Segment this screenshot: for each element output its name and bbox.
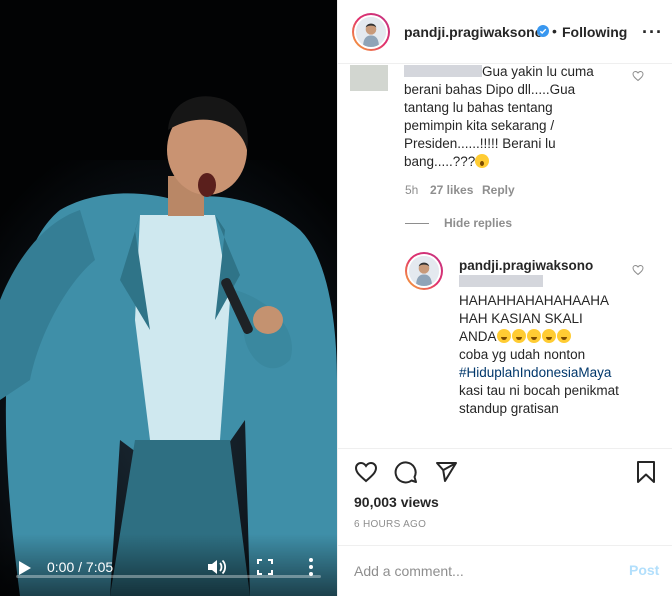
redacted-mention bbox=[459, 275, 543, 287]
view-count[interactable]: 90,003 views bbox=[354, 494, 439, 510]
comment-composer: Post bbox=[338, 545, 672, 596]
following-button[interactable]: Following bbox=[562, 24, 627, 40]
post-author-username[interactable]: pandji.pragiwaksono bbox=[404, 24, 543, 40]
post-options-icon[interactable]: ··· bbox=[642, 22, 663, 43]
comment-body: Gua yakin lu cuma berani bahas Dipo dll.… bbox=[404, 65, 604, 171]
laughing-emoji-icon bbox=[511, 329, 526, 343]
video-controls: 0:00 / 7:05 bbox=[0, 534, 337, 596]
hide-replies-button[interactable]: Hide replies bbox=[444, 216, 512, 230]
comment-likes-count: 27 likes bbox=[430, 183, 474, 197]
header-separator: • bbox=[552, 23, 557, 39]
reply-like-heart-icon[interactable] bbox=[632, 264, 644, 276]
video-time: 0:00 / 7:05 bbox=[47, 559, 114, 575]
reply-username[interactable]: pandji.pragiwaksono bbox=[459, 258, 593, 273]
astonished-emoji-icon bbox=[475, 154, 490, 168]
hide-replies-line bbox=[405, 223, 429, 224]
post-timestamp[interactable]: 6 HOURS AGO bbox=[354, 519, 426, 530]
post-header: pandji.pragiwaksono • Following ··· bbox=[338, 0, 672, 64]
comment-age[interactable]: 5h bbox=[405, 183, 418, 197]
laughing-emoji-icon bbox=[541, 329, 556, 343]
volume-icon[interactable] bbox=[206, 557, 228, 577]
reply-button[interactable]: Reply bbox=[482, 183, 515, 197]
comment-like-heart-icon[interactable] bbox=[632, 70, 644, 82]
verified-badge-icon bbox=[537, 25, 549, 37]
fullscreen-icon[interactable] bbox=[256, 558, 274, 576]
commenter-avatar[interactable] bbox=[350, 65, 388, 91]
laughing-emoji-icon bbox=[526, 329, 541, 343]
laughing-emoji-icon bbox=[496, 329, 511, 343]
avatar[interactable] bbox=[352, 13, 390, 51]
save-bookmark-icon[interactable] bbox=[634, 460, 658, 484]
video-frame-performer bbox=[0, 96, 337, 596]
post-comment-button[interactable]: Post bbox=[629, 562, 659, 578]
like-heart-icon[interactable] bbox=[354, 460, 378, 484]
reply-body: HAHAHHAHAHAHAAHA HAH KASIAN SKALI ANDA c… bbox=[459, 292, 619, 418]
comment-likes[interactable]: 27 likes bbox=[430, 183, 473, 197]
reply-label: Reply bbox=[482, 183, 515, 197]
reply-avatar[interactable] bbox=[405, 252, 443, 290]
post-actions: 90,003 views 6 HOURS AGO bbox=[338, 448, 672, 545]
reply-text-line2: coba yg udah nonton bbox=[459, 347, 586, 362]
reply-text-line3: kasi tau ni bocah penikmat standup grati… bbox=[459, 383, 619, 416]
share-send-icon[interactable] bbox=[434, 460, 458, 484]
reply-avatar-image bbox=[409, 256, 439, 286]
avatar-image bbox=[356, 17, 386, 47]
add-comment-input[interactable] bbox=[354, 561, 614, 581]
comment-bubble-icon[interactable] bbox=[394, 460, 418, 484]
video-player[interactable]: 0:00 / 7:05 bbox=[0, 0, 337, 596]
video-progress-bar[interactable] bbox=[16, 575, 321, 578]
comments-list: Gua yakin lu cuma berani bahas Dipo dll.… bbox=[338, 65, 672, 448]
hashtag-link[interactable]: #HiduplahIndonesiaMaya bbox=[459, 365, 611, 380]
comment-text: Gua yakin lu cuma berani bahas Dipo dll.… bbox=[404, 65, 594, 169]
post-side-panel: pandji.pragiwaksono • Following ··· Gua … bbox=[337, 0, 672, 596]
laughing-emoji-icon bbox=[556, 329, 571, 343]
